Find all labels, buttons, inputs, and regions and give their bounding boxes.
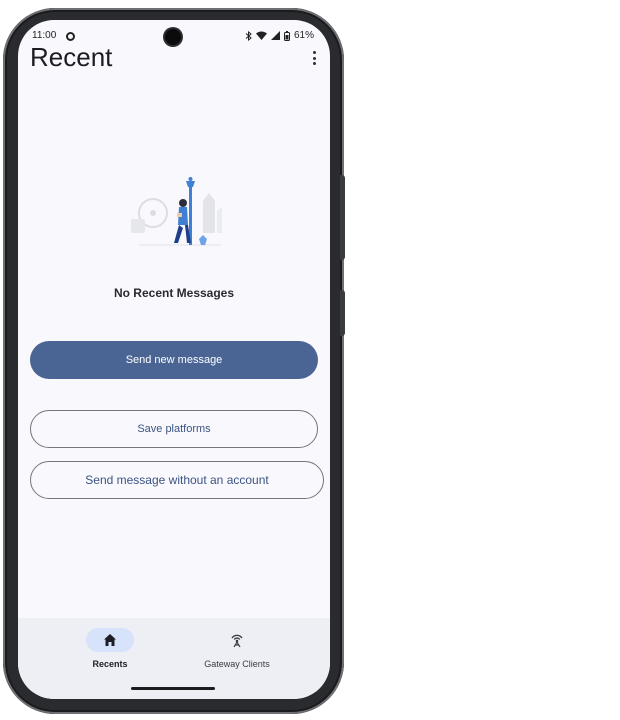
page-title: Recent <box>30 42 113 72</box>
save-platforms-button[interactable]: Save platforms <box>30 410 318 448</box>
home-icon <box>104 634 116 646</box>
empty-state-illustration <box>131 177 222 246</box>
status-time: 11:00 <box>32 30 57 41</box>
send-without-account-button[interactable]: Send message without an account <box>30 461 324 499</box>
battery-percent: 61% <box>293 30 314 41</box>
power-button <box>340 175 345 260</box>
notification-icon <box>66 32 75 41</box>
battery-icon <box>283 30 290 41</box>
nav-pill-gateway <box>213 628 261 652</box>
nav-pill-recents <box>86 628 134 652</box>
signal-icon <box>270 31 280 40</box>
nav-label-recents: Recents <box>92 659 128 669</box>
nav-label-gateway-clients: Gateway Clients <box>204 659 270 669</box>
gesture-handle[interactable] <box>131 687 215 690</box>
nav-item-gateway-clients[interactable]: Gateway Clients <box>182 628 292 669</box>
bluetooth-icon <box>245 30 252 41</box>
empty-state-message: No Recent Messages <box>113 286 235 300</box>
volume-button <box>340 290 345 336</box>
antenna-icon <box>231 634 243 648</box>
front-camera <box>165 29 181 45</box>
status-icons: 61% <box>245 30 314 41</box>
more-options-icon[interactable] <box>308 48 320 68</box>
wifi-icon <box>255 31 267 40</box>
nav-item-recents[interactable]: Recents <box>55 628 165 669</box>
send-new-message-button[interactable]: Send new message <box>30 341 318 379</box>
app-screen: 11:00 61% Recent No Recent Messages Send… <box>18 20 330 699</box>
